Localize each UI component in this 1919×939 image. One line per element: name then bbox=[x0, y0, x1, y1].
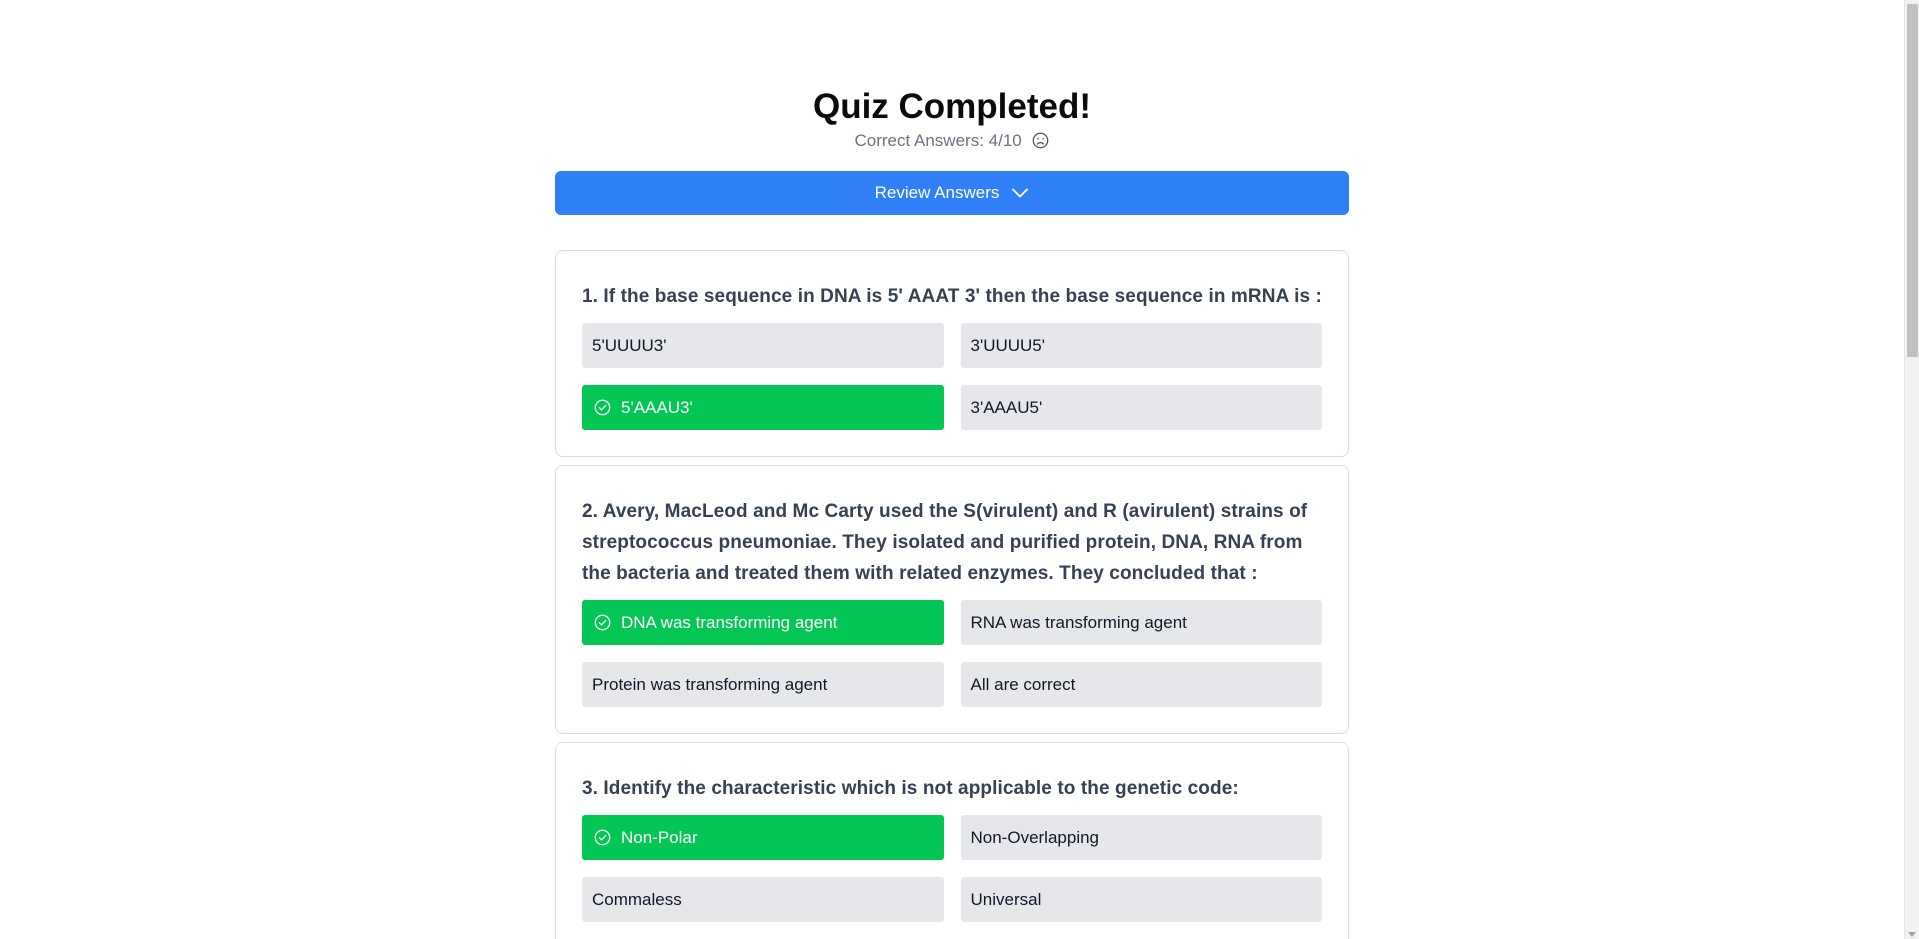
check-circle-icon bbox=[594, 829, 611, 846]
answer-option-correct[interactable]: DNA was transforming agent bbox=[582, 600, 944, 645]
scrollbar-thumb[interactable] bbox=[1907, 4, 1918, 357]
answer-option[interactable]: Non-Overlapping bbox=[960, 815, 1322, 860]
answer-option-label: 3'UUUU5' bbox=[970, 335, 1046, 355]
answer-options: DNA was transforming agent RNA was trans… bbox=[582, 600, 1322, 707]
quiz-results-page: Quiz Completed! Correct Answers: 4/10 Re… bbox=[0, 0, 1919, 939]
scroll-down-arrow-icon[interactable] bbox=[1908, 932, 1916, 937]
check-circle-icon bbox=[594, 399, 611, 416]
answer-option-label: DNA was transforming agent bbox=[621, 612, 838, 632]
answer-option-label: 5'AAAU3' bbox=[621, 397, 693, 417]
answer-option[interactable]: 3'UUUU5' bbox=[960, 323, 1322, 368]
answer-option-label: Commaless bbox=[592, 889, 682, 909]
question-card: 3. Identify the characteristic which is … bbox=[555, 742, 1349, 939]
answer-option-label: RNA was transforming agent bbox=[970, 612, 1187, 632]
answer-option[interactable]: 5'UUUU3' bbox=[582, 323, 944, 368]
vertical-scrollbar[interactable] bbox=[1904, 0, 1919, 939]
answer-option-correct[interactable]: Non-Polar bbox=[582, 815, 944, 860]
answer-option-label: Protein was transforming agent bbox=[592, 674, 828, 694]
question-card: 2. Avery, MacLeod and Mc Carty used the … bbox=[555, 465, 1349, 734]
answer-option-label: Non-Polar bbox=[621, 827, 698, 847]
answer-option[interactable]: RNA was transforming agent bbox=[960, 600, 1322, 645]
answer-option[interactable]: All are correct bbox=[960, 662, 1322, 707]
question-list: 1. If the base sequence in DNA is 5' AAA… bbox=[555, 250, 1349, 939]
page-title: Quiz Completed! bbox=[812, 87, 1092, 126]
answer-options: Non-Polar Non-Overlapping Commaless Univ… bbox=[582, 815, 1322, 922]
question-text: 1. If the base sequence in DNA is 5' AAA… bbox=[582, 286, 1322, 307]
answer-option-correct[interactable]: 5'AAAU3' bbox=[582, 385, 944, 430]
answer-option-label: Non-Overlapping bbox=[970, 827, 1100, 847]
answer-option[interactable]: 3'AAAU5' bbox=[960, 385, 1322, 430]
question-text: 2. Avery, MacLeod and Mc Carty used the … bbox=[582, 501, 1308, 584]
question-card: 1. If the base sequence in DNA is 5' AAA… bbox=[555, 250, 1349, 457]
answer-option-label: All are correct bbox=[970, 674, 1076, 694]
answer-option[interactable]: Universal bbox=[960, 877, 1322, 922]
chevron-down-icon bbox=[1011, 187, 1029, 199]
review-answers-label: Review Answers bbox=[874, 183, 1000, 202]
answer-option-label: 3'AAAU5' bbox=[970, 397, 1043, 417]
check-circle-icon bbox=[594, 614, 611, 631]
answer-options: 5'UUUU3' 3'UUUU5' 5'AAAU3' 3'AAAU5' bbox=[582, 323, 1322, 430]
score-summary: Correct Answers: 4/10 bbox=[555, 130, 1349, 155]
sad-face-icon bbox=[1032, 132, 1049, 155]
score-text: Correct Answers: 4/10 bbox=[854, 131, 1022, 150]
answer-option[interactable]: Commaless bbox=[582, 877, 944, 922]
answer-option-label: 5'UUUU3' bbox=[592, 335, 667, 355]
answer-option-label: Universal bbox=[970, 889, 1042, 909]
answer-option[interactable]: Protein was transforming agent bbox=[582, 662, 944, 707]
results-container: Quiz Completed! Correct Answers: 4/10 Re… bbox=[555, 0, 1349, 939]
question-text: 3. Identify the characteristic which is … bbox=[582, 778, 1239, 799]
review-answers-button[interactable]: Review Answers bbox=[555, 171, 1349, 215]
